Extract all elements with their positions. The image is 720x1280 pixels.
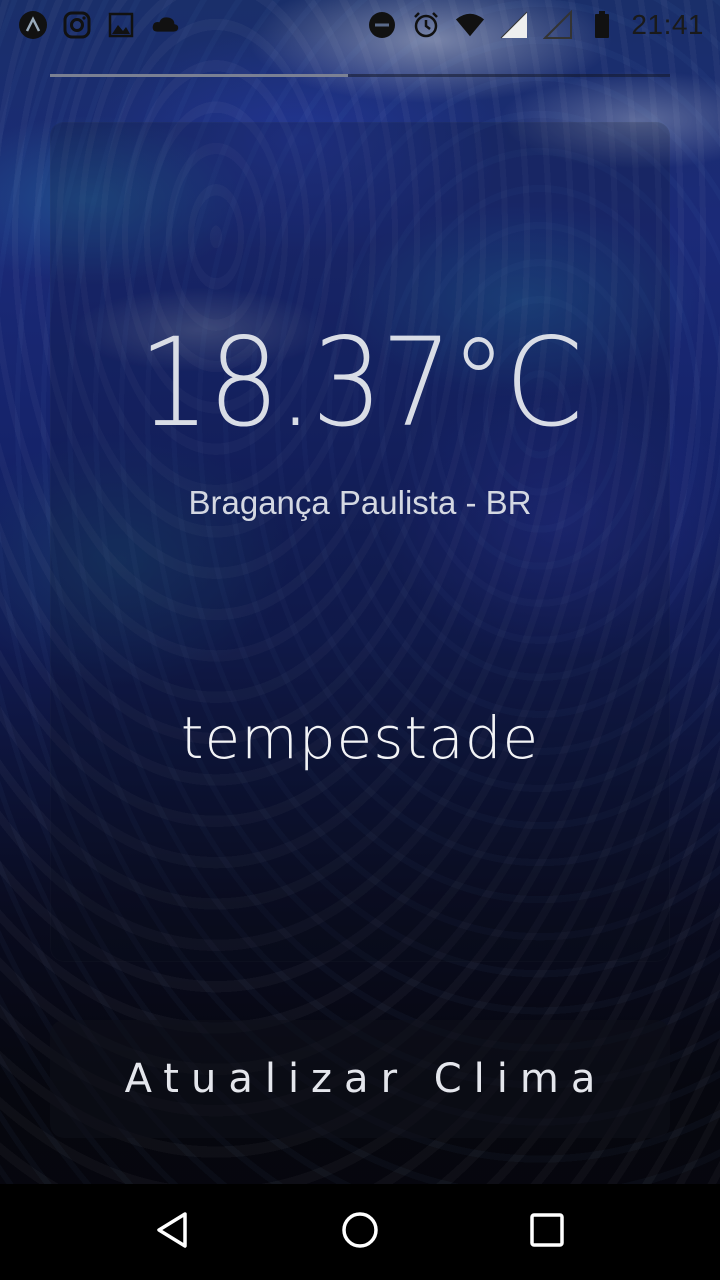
status-bar: 21:41 [0, 0, 720, 50]
battery-icon [587, 10, 617, 40]
update-weather-label: Atualizar Clima [124, 1056, 608, 1102]
home-icon [340, 1210, 380, 1254]
loading-progress-fill [50, 74, 348, 77]
status-right-icons: 21:41 [367, 9, 704, 41]
app-a-icon [18, 10, 48, 40]
home-button[interactable] [320, 1192, 400, 1272]
signal-empty-icon [543, 10, 573, 40]
back-button[interactable] [133, 1192, 213, 1272]
weather-condition: tempestade [180, 704, 540, 772]
status-clock: 21:41 [631, 9, 704, 40]
wifi-icon [455, 10, 485, 40]
gallery-icon [106, 10, 136, 40]
do-not-disturb-icon [367, 10, 397, 40]
app-screen: 21:41 18.37°C Bragança Paulista - BR tem… [0, 0, 720, 1280]
location-label: Bragança Paulista - BR [188, 484, 532, 521]
signal-icon [499, 10, 529, 40]
update-weather-button[interactable]: Atualizar Clima [50, 1020, 670, 1138]
temperature-value: 18.37°C [138, 312, 584, 454]
loading-progress-bar [50, 74, 670, 77]
navigation-bar [0, 1184, 720, 1280]
weather-card: 18.37°C Bragança Paulista - BR tempestad… [50, 122, 670, 962]
recents-icon [527, 1210, 567, 1254]
recents-button[interactable] [507, 1192, 587, 1272]
back-icon [153, 1210, 193, 1254]
instagram-icon [62, 10, 92, 40]
status-left-icons [18, 10, 180, 40]
alarm-icon [411, 10, 441, 40]
cloud-icon [150, 10, 180, 40]
